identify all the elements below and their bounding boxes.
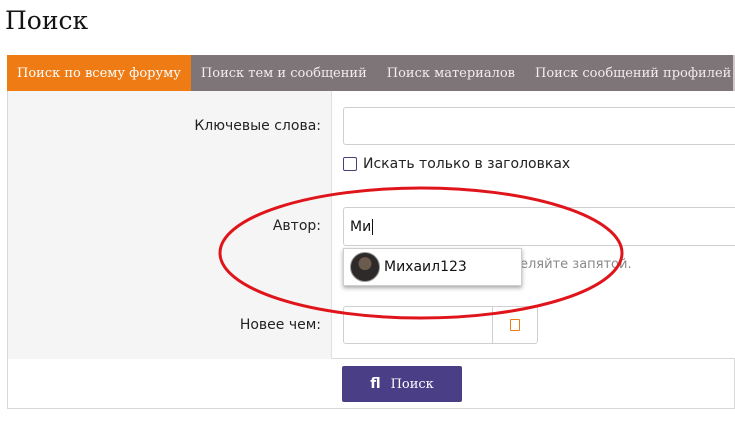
newer-than-label: Новее чем: (239, 317, 321, 333)
titles-only-label: Искать только в заголовках (363, 156, 571, 172)
author-label: Автор: (272, 218, 321, 234)
author-suggestion-name: Михаил123 (384, 259, 467, 275)
search-tabs: Поиск по всему форуму Поиск тем и сообще… (7, 55, 735, 91)
calendar-button[interactable] (492, 307, 537, 343)
author-hint: еляйте запятой. (520, 257, 632, 272)
page-title: Поиск (5, 6, 89, 35)
titles-only-option[interactable]: Искать только в заголовках (343, 156, 570, 172)
search-button[interactable]: ﬂ Поиск (342, 366, 462, 402)
newer-than-input[interactable] (344, 307, 494, 343)
keywords-label: Ключевые слова: (194, 118, 321, 134)
keywords-input[interactable] (343, 107, 735, 145)
newer-than-field (343, 306, 538, 344)
search-button-label: Поиск (390, 376, 434, 392)
author-input-value: Ми (350, 218, 372, 235)
text-cursor (372, 218, 374, 235)
author-input[interactable]: Ми (343, 207, 735, 246)
avatar (350, 252, 380, 282)
calendar-icon (510, 319, 520, 331)
tab-search-all[interactable]: Поиск по всему форуму (7, 55, 191, 91)
tab-search-profile-posts[interactable]: Поиск сообщений профилей (525, 55, 735, 91)
author-suggestion[interactable]: Михаил123 (343, 248, 522, 286)
search-icon: ﬂ (370, 376, 381, 392)
tab-search-threads[interactable]: Поиск тем и сообщений (191, 55, 377, 91)
titles-only-checkbox[interactable] (343, 157, 357, 171)
tab-search-media[interactable]: Поиск материалов (377, 55, 525, 91)
